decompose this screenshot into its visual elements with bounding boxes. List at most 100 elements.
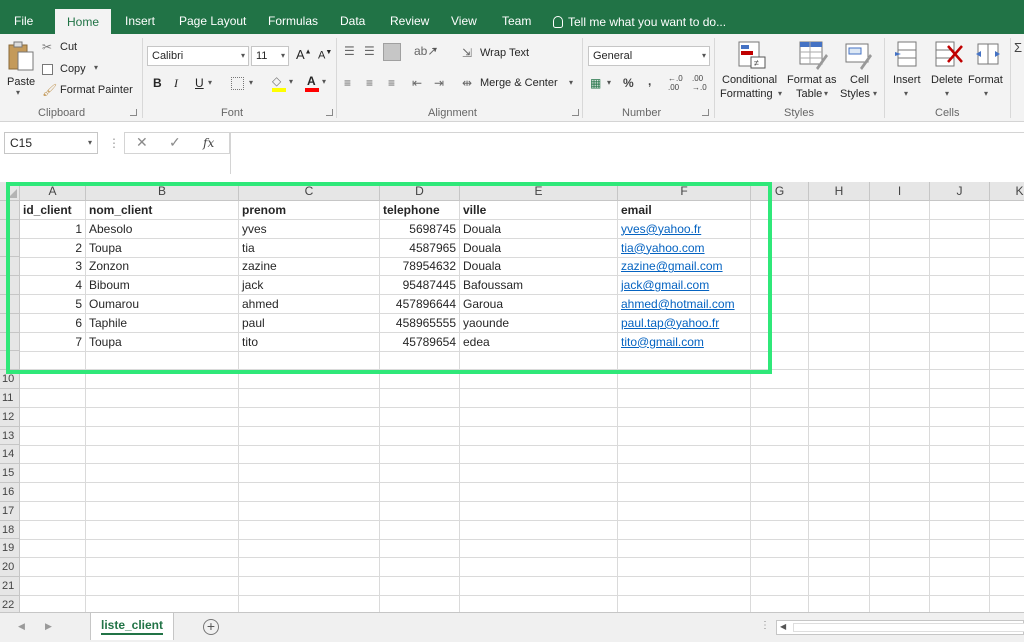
row-header[interactable] bbox=[0, 238, 20, 258]
table-cell[interactable]: 1 bbox=[20, 219, 86, 239]
cell[interactable] bbox=[870, 332, 930, 352]
font-size-select[interactable]: 11 ▾ bbox=[251, 46, 289, 66]
cell[interactable] bbox=[990, 577, 1024, 596]
format-as-table-button[interactable]: Format as Table ▾ bbox=[786, 40, 838, 106]
cell[interactable] bbox=[20, 407, 86, 427]
cell[interactable] bbox=[990, 370, 1024, 390]
cell[interactable] bbox=[380, 370, 460, 390]
insert-function-icon[interactable]: fx bbox=[203, 136, 214, 150]
table-cell[interactable]: 45789654 bbox=[380, 332, 460, 352]
cell[interactable] bbox=[990, 333, 1024, 352]
row-header[interactable] bbox=[0, 276, 20, 295]
accounting-dropdown-icon[interactable]: ▾ bbox=[607, 78, 611, 87]
cell[interactable] bbox=[930, 370, 990, 390]
cell[interactable] bbox=[86, 539, 239, 559]
row-header[interactable]: 17 bbox=[0, 501, 20, 521]
cell[interactable] bbox=[809, 501, 870, 521]
row-header[interactable]: 11 bbox=[0, 389, 20, 408]
cell[interactable] bbox=[380, 464, 460, 484]
cell[interactable] bbox=[86, 445, 239, 465]
header-cell[interactable]: telephone bbox=[380, 201, 460, 220]
cell[interactable] bbox=[86, 595, 239, 612]
cell[interactable] bbox=[930, 238, 990, 258]
cell[interactable] bbox=[618, 445, 751, 465]
sheet-tab-liste-client[interactable]: liste_client bbox=[90, 613, 174, 640]
horizontal-scrollbar[interactable]: ◀ bbox=[776, 620, 1024, 635]
cell[interactable] bbox=[460, 558, 618, 578]
cell[interactable] bbox=[870, 313, 930, 333]
cell[interactable] bbox=[870, 389, 930, 408]
autosum-icon[interactable]: Σ bbox=[1014, 40, 1022, 55]
table-cell[interactable]: 95487445 bbox=[380, 276, 460, 296]
cell[interactable] bbox=[239, 595, 380, 612]
cell[interactable] bbox=[809, 407, 870, 427]
alignment-launcher-icon[interactable] bbox=[572, 109, 579, 116]
table-cell[interactable]: 457896644 bbox=[380, 295, 460, 314]
accounting-format-icon[interactable]: ▦ bbox=[590, 76, 601, 90]
cell[interactable] bbox=[990, 314, 1024, 333]
table-cell[interactable]: 5 bbox=[20, 295, 86, 314]
tab-data[interactable]: Data bbox=[338, 10, 367, 34]
cell[interactable] bbox=[870, 219, 930, 239]
cell[interactable] bbox=[809, 577, 870, 596]
cell[interactable] bbox=[809, 295, 870, 314]
number-format-select[interactable]: General ▾ bbox=[588, 46, 710, 66]
cell[interactable] bbox=[809, 595, 870, 612]
cell[interactable] bbox=[380, 426, 460, 446]
enter-icon[interactable]: ✓ bbox=[169, 134, 181, 151]
email-link[interactable]: ahmed@hotmail.com bbox=[618, 295, 751, 314]
column-header-c[interactable]: C bbox=[239, 182, 380, 201]
row-header[interactable] bbox=[0, 351, 20, 371]
cell[interactable] bbox=[751, 313, 809, 333]
cell[interactable] bbox=[20, 426, 86, 446]
font-launcher-icon[interactable] bbox=[326, 109, 333, 116]
row-header[interactable] bbox=[0, 219, 20, 239]
cell[interactable] bbox=[990, 220, 1024, 239]
cell[interactable] bbox=[990, 521, 1024, 540]
formula-input[interactable] bbox=[230, 132, 1024, 174]
orientation-dropdown-icon[interactable]: ▾ bbox=[433, 45, 437, 54]
cell[interactable] bbox=[20, 558, 86, 578]
middle-align-icon[interactable]: ☰ bbox=[364, 44, 375, 58]
cell[interactable] bbox=[930, 407, 990, 427]
delete-cells-button[interactable]: Delete ▾ bbox=[928, 40, 968, 106]
cell[interactable] bbox=[380, 577, 460, 596]
cell[interactable] bbox=[460, 501, 618, 521]
cell[interactable] bbox=[751, 351, 809, 371]
cell[interactable] bbox=[990, 464, 1024, 484]
cell[interactable] bbox=[990, 539, 1024, 559]
cell[interactable] bbox=[990, 596, 1024, 612]
cell[interactable] bbox=[751, 389, 809, 408]
email-link[interactable]: tito@gmail.com bbox=[618, 332, 751, 352]
cell[interactable] bbox=[20, 389, 86, 408]
cell[interactable] bbox=[618, 464, 751, 484]
cell[interactable] bbox=[380, 558, 460, 578]
cell[interactable] bbox=[239, 389, 380, 408]
cell[interactable] bbox=[239, 464, 380, 484]
cell[interactable] bbox=[20, 464, 86, 484]
table-cell[interactable]: ahmed bbox=[239, 295, 380, 314]
header-cell[interactable]: id_client bbox=[20, 201, 86, 220]
cell[interactable] bbox=[751, 332, 809, 352]
column-header-e[interactable]: E bbox=[460, 182, 618, 201]
scrollbar-thumb[interactable] bbox=[793, 623, 1024, 632]
cell[interactable] bbox=[20, 539, 86, 559]
cell[interactable] bbox=[380, 483, 460, 502]
cell[interactable] bbox=[239, 577, 380, 596]
cell[interactable] bbox=[460, 389, 618, 408]
cell[interactable] bbox=[239, 407, 380, 427]
select-all-corner[interactable] bbox=[0, 182, 20, 201]
cell[interactable] bbox=[809, 332, 870, 352]
row-header[interactable] bbox=[0, 332, 20, 352]
row-header[interactable] bbox=[0, 257, 20, 277]
column-header-h[interactable]: H bbox=[809, 182, 870, 201]
table-cell[interactable]: 2 bbox=[20, 238, 86, 258]
table-cell[interactable]: 5698745 bbox=[380, 219, 460, 239]
cancel-icon[interactable]: ✕ bbox=[136, 134, 148, 151]
table-cell[interactable]: zazine bbox=[239, 257, 380, 277]
cell[interactable] bbox=[86, 351, 239, 371]
cell[interactable] bbox=[990, 427, 1024, 446]
cell[interactable] bbox=[930, 595, 990, 612]
paste-button[interactable]: Paste ▾ bbox=[4, 38, 36, 102]
email-link[interactable]: paul.tap@yahoo.fr bbox=[618, 313, 751, 333]
